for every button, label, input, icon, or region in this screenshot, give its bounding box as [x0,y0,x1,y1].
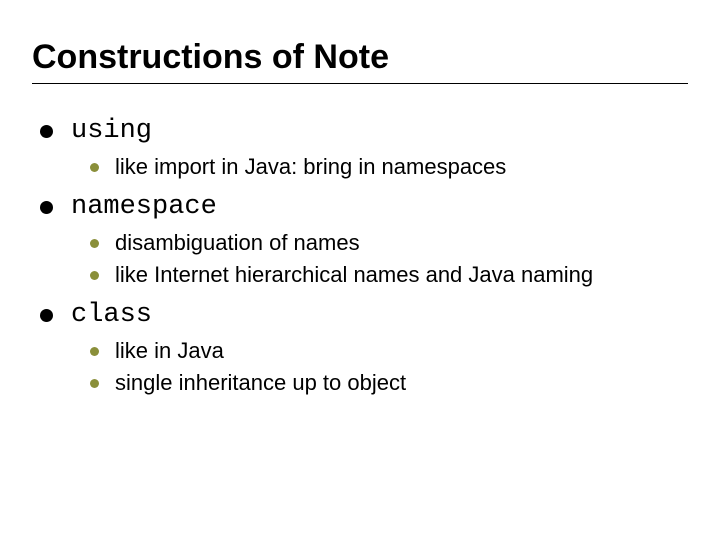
sub-item: single inheritance up to object [90,370,688,396]
sub-bullet-icon [90,239,99,248]
sub-text: like import in Java: bring in namespaces [115,154,506,180]
sub-list: disambiguation of names like Internet hi… [40,230,688,288]
list-item: class like in Java single inheritance up… [40,300,688,396]
bullet-list: using like import in Java: bring in name… [32,116,688,396]
list-item: using like import in Java: bring in name… [40,116,688,180]
bullet-icon [40,125,53,138]
sub-text: like in Java [115,338,224,364]
sub-item: like import in Java: bring in namespaces [90,154,688,180]
list-item: namespace disambiguation of names like I… [40,192,688,288]
sub-item: like in Java [90,338,688,364]
sub-text: disambiguation of names [115,230,360,256]
top-label: using [71,116,152,146]
sub-list: like import in Java: bring in namespaces [40,154,688,180]
sub-text: like Internet hierarchical names and Jav… [115,262,593,288]
sub-list: like in Java single inheritance up to ob… [40,338,688,396]
sub-bullet-icon [90,347,99,356]
bullet-icon [40,309,53,322]
sub-bullet-icon [90,271,99,280]
top-label: namespace [71,192,217,222]
slide-title: Constructions of Note [32,38,688,77]
sub-bullet-icon [90,163,99,172]
title-container: Constructions of Note [32,38,688,84]
top-row: namespace [40,192,688,222]
sub-text: single inheritance up to object [115,370,406,396]
bullet-icon [40,201,53,214]
sub-item: like Internet hierarchical names and Jav… [90,262,688,288]
sub-bullet-icon [90,379,99,388]
top-row: class [40,300,688,330]
top-row: using [40,116,688,146]
top-label: class [71,300,152,330]
sub-item: disambiguation of names [90,230,688,256]
